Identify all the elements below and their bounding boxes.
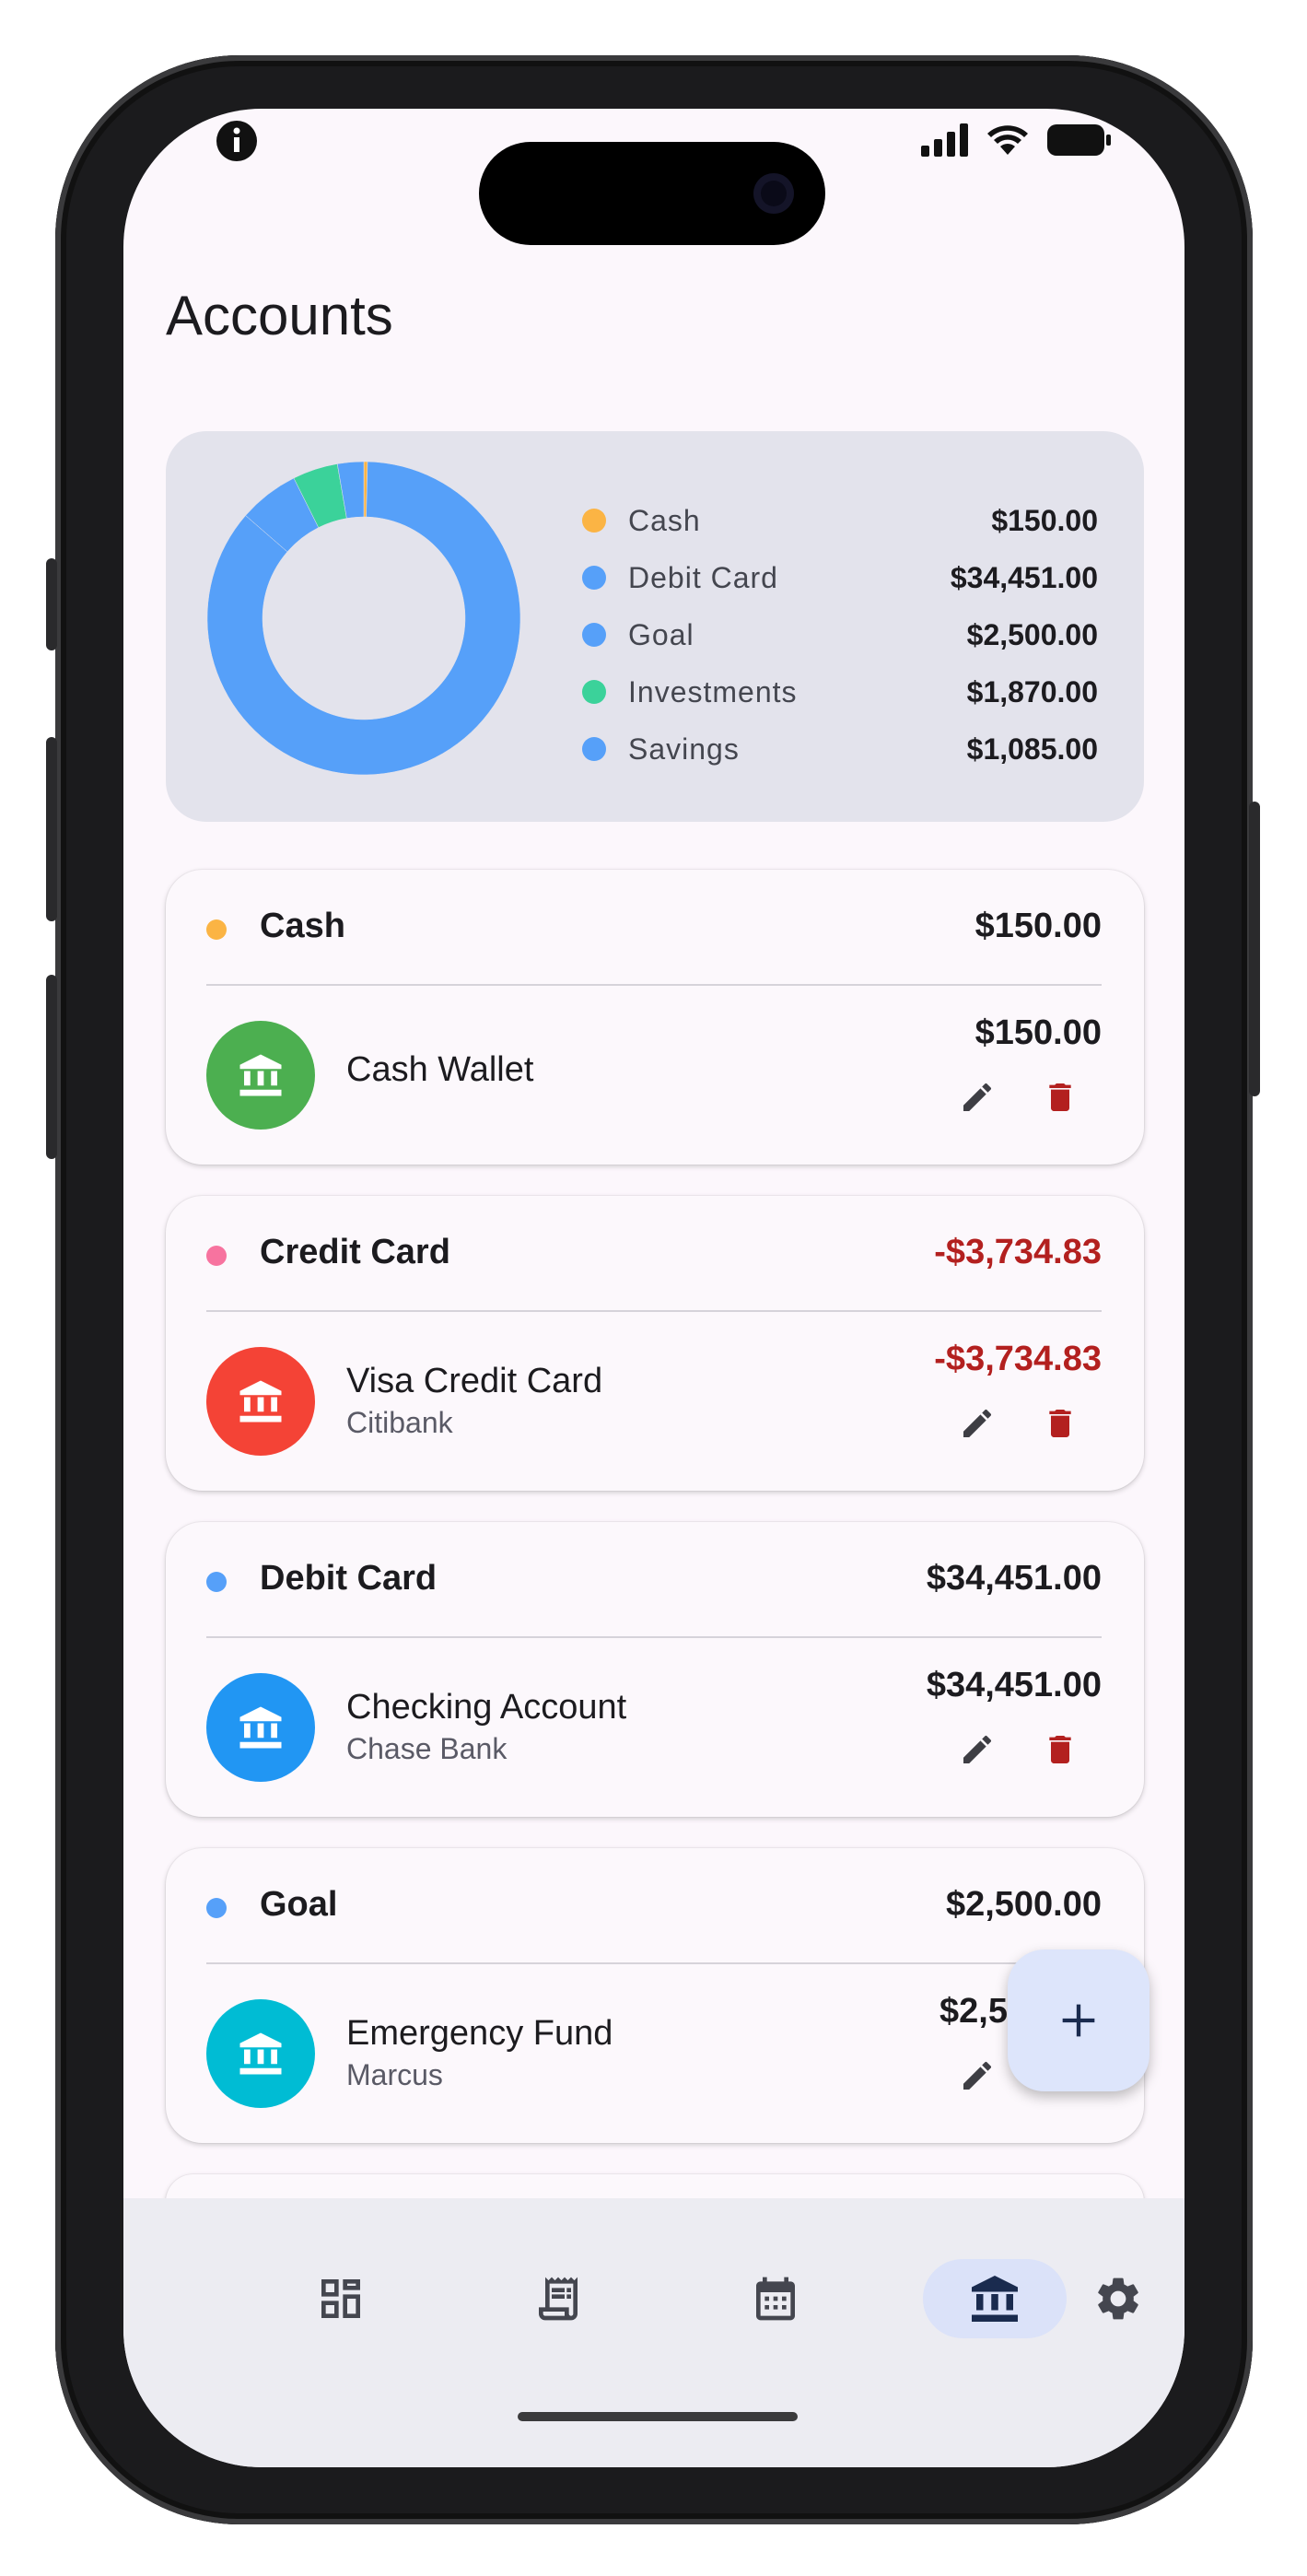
category-total: $2,500.00: [945, 1885, 1102, 1924]
category-name: Credit Card: [260, 1233, 450, 1271]
account-name[interactable]: Emergency Fund: [346, 2014, 613, 2054]
nav-transactions[interactable]: [486, 2259, 630, 2338]
bottom-navigation: [123, 2198, 1184, 2467]
account-amount: -$3,734.83: [934, 1340, 1102, 1378]
divider: [206, 984, 1102, 986]
gear-icon: [1098, 2277, 1138, 2320]
category-dot: [206, 1898, 227, 1918]
legend-item: Debit Card $34,451.00: [582, 549, 1098, 606]
legend-dot: [582, 737, 606, 761]
account-group-cash: Cash $150.00 Cash Wallet $150.00: [166, 870, 1144, 1165]
legend-label: Savings: [628, 732, 740, 766]
status-time: 24: [123, 120, 165, 160]
legend-item: Goal $2,500.00: [582, 606, 1098, 663]
account-name[interactable]: Visa Credit Card: [346, 1362, 602, 1401]
volume-down-button: [46, 975, 57, 1159]
legend-label: Debit Card: [628, 560, 778, 594]
volume-up-button: [46, 737, 57, 921]
add-account-button[interactable]: [1008, 1950, 1149, 2091]
edit-icon[interactable]: [954, 1400, 1000, 1446]
bank-icon: [206, 1673, 315, 1782]
legend-dot: [582, 509, 606, 533]
signal-icon: [921, 123, 968, 157]
wifi-icon: [987, 125, 1028, 155]
plus-icon: [1062, 2004, 1095, 2037]
legend-label: Investments: [628, 674, 798, 708]
legend-dot: [582, 566, 606, 590]
account-amount: $2,5: [939, 1992, 1008, 2031]
category-dot: [206, 1572, 227, 1592]
bank-icon: [206, 1999, 315, 2108]
category-name: Debit Card: [260, 1559, 438, 1598]
legend-dot: [582, 623, 606, 647]
legend-item: Investments $1,870.00: [582, 663, 1098, 720]
bank-icon: [972, 2276, 1018, 2322]
dashboard-icon: [321, 2279, 360, 2318]
category-total: $150.00: [974, 907, 1102, 945]
account-institution: Chase Bank: [346, 1732, 508, 1765]
category-total: $34,451.00: [926, 1559, 1102, 1598]
account-amount: $34,451.00: [926, 1666, 1102, 1704]
edit-icon[interactable]: [954, 1727, 1000, 1773]
info-icon: [216, 121, 257, 161]
edit-icon[interactable]: [954, 1074, 1000, 1120]
chart-legend: Cash $150.00 Debit Card $34,451.00 Goal …: [582, 492, 1098, 778]
bank-icon: [206, 1021, 315, 1130]
page-title: Accounts: [166, 285, 393, 346]
category-dot: [206, 1246, 227, 1266]
account-group-goal: Goal $2,500.00 Emergency Fund Marcus $2,…: [166, 1848, 1144, 2143]
home-indicator: [518, 2412, 798, 2421]
dynamic-island: [479, 142, 825, 245]
category-name: Cash: [260, 907, 345, 945]
legend-label: Cash: [628, 503, 701, 537]
account-institution: Citibank: [346, 1406, 453, 1439]
account-institution: Marcus: [346, 2058, 443, 2091]
account-group-debit-card: Debit Card $34,451.00 Checking Account C…: [166, 1522, 1144, 1817]
category-name: Goal: [260, 1885, 338, 1924]
nav-settings-icon-wrap[interactable]: [1072, 2259, 1164, 2338]
receipt-icon: [539, 2277, 578, 2321]
delete-icon[interactable]: [1037, 1727, 1083, 1773]
bank-icon: [206, 1347, 315, 1456]
divider: [206, 1962, 1102, 1964]
summary-card: Cash $150.00 Debit Card $34,451.00 Goal …: [166, 431, 1144, 822]
nav-dashboard[interactable]: [269, 2259, 413, 2338]
account-group-credit-card: Credit Card -$3,734.83 Visa Credit Card …: [166, 1196, 1144, 1491]
legend-value: $1,085.00: [966, 732, 1098, 766]
nav-calendar[interactable]: [704, 2259, 847, 2338]
battery-icon: [1047, 124, 1111, 156]
calendar-icon: [756, 2277, 795, 2321]
legend-value: $150.00: [991, 503, 1098, 537]
delete-icon[interactable]: [1037, 1074, 1083, 1120]
status-icons: [921, 123, 1113, 157]
account-name[interactable]: Cash Wallet: [346, 1050, 533, 1090]
action-button: [46, 558, 57, 650]
legend-dot: [582, 680, 606, 704]
category-dot: [206, 919, 227, 940]
nav-accounts[interactable]: [923, 2259, 1067, 2338]
legend-value: $34,451.00: [950, 560, 1098, 594]
account-amount: $150.00: [974, 1013, 1102, 1052]
legend-item: Savings $1,085.00: [582, 720, 1098, 778]
delete-icon[interactable]: [1037, 1400, 1083, 1446]
divider: [206, 1310, 1102, 1312]
app-screen: 24 Accounts Cash $150.00 Debit Card $34,…: [123, 109, 1184, 2467]
legend-value: $1,870.00: [966, 674, 1098, 708]
edit-icon[interactable]: [954, 2053, 1000, 2099]
donut-chart: [206, 461, 521, 776]
account-name[interactable]: Checking Account: [346, 1688, 626, 1727]
category-total: -$3,734.83: [934, 1233, 1102, 1271]
legend-value: $2,500.00: [966, 617, 1098, 651]
power-button: [1249, 802, 1260, 1096]
legend-label: Goal: [628, 617, 694, 651]
divider: [206, 1636, 1102, 1638]
camera-icon: [753, 173, 794, 214]
legend-item: Cash $150.00: [582, 492, 1098, 549]
